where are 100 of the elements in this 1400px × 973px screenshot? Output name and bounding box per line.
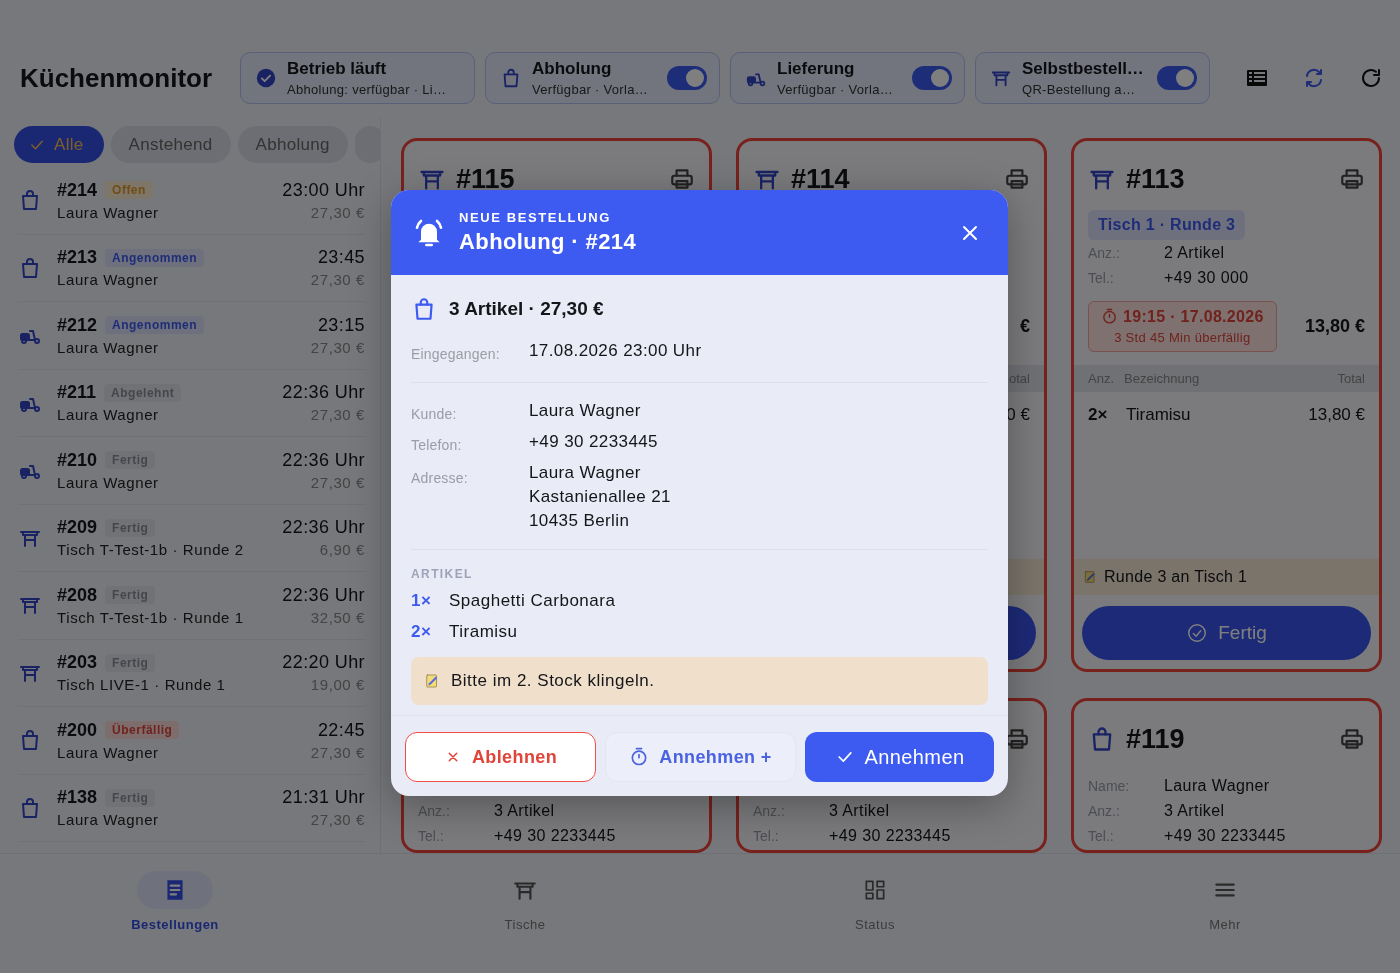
field-label: Adresse: bbox=[411, 469, 469, 488]
order-time: 22:36 Uhr bbox=[282, 584, 365, 606]
field-value: 3 Artikel bbox=[829, 801, 890, 820]
order-number: #209 bbox=[57, 517, 98, 539]
field-value: +49 30 000 bbox=[1164, 268, 1249, 287]
order-number: #138 bbox=[57, 787, 98, 809]
status-badge: Offen bbox=[105, 181, 153, 200]
customer-name: Laura Wagner bbox=[57, 203, 160, 221]
order-number: #119 bbox=[1126, 723, 1186, 755]
done-button[interactable]: Fertig bbox=[1082, 606, 1371, 660]
order-time: 22:20 Uhr bbox=[282, 652, 365, 674]
dialog-eyebrow: NEUE BESTELLUNG bbox=[459, 210, 612, 225]
status-badge: Überfällig bbox=[105, 721, 180, 740]
field-value: 3 Artikel bbox=[1164, 801, 1225, 820]
order-number: #115 bbox=[456, 163, 516, 195]
customer-name: Tisch T-Test-1b · Runde 2 bbox=[57, 541, 245, 559]
check-circle-icon bbox=[255, 67, 277, 89]
item-total: 13,80 € bbox=[1308, 405, 1365, 425]
status-badge: Angenommen bbox=[105, 316, 205, 335]
order-number: #200 bbox=[57, 719, 98, 741]
field-value: Laura Wagner bbox=[529, 462, 642, 484]
field-value: +49 30 2233445 bbox=[1164, 826, 1286, 845]
status-chip[interactable]: Betrieb läuft Abholung: verfügbar · Li… bbox=[240, 52, 475, 104]
field-value: 3 Artikel bbox=[494, 801, 555, 820]
chip-title: Abholung bbox=[532, 59, 613, 79]
order-time: 22:45 bbox=[317, 719, 365, 741]
field-label: Kunde: bbox=[411, 405, 458, 424]
printer-icon bbox=[1339, 726, 1365, 752]
due-time: 19:15 · 17.08.2026 bbox=[1101, 307, 1264, 326]
accept-button[interactable]: Annehmen bbox=[805, 732, 994, 782]
printer-icon bbox=[1339, 166, 1365, 192]
order-note: Bitte im 2. Stock klingeln. bbox=[411, 657, 988, 705]
order-number: #208 bbox=[57, 584, 98, 606]
order-time: 22:36 Uhr bbox=[282, 449, 365, 471]
customer-name: Laura Wagner bbox=[57, 271, 160, 289]
chip-subtitle: QR-Bestellung a… bbox=[1022, 82, 1137, 97]
chip-subtitle: Abholung: verfügbar · Li… bbox=[287, 82, 448, 97]
field-value: +49 30 2233445 bbox=[529, 431, 658, 453]
chip-title: Selbstbestell… bbox=[1022, 59, 1145, 79]
order-time: 23:15 bbox=[317, 314, 365, 336]
field-value: Laura Wagner bbox=[1164, 776, 1270, 795]
nav-tab[interactable]: Tische bbox=[350, 854, 700, 973]
chip-subtitle: Verfügbar · Vorla… bbox=[532, 82, 649, 97]
printer-icon bbox=[669, 166, 695, 192]
field-value: 2 Artikel bbox=[1164, 243, 1225, 262]
customer-name: Laura Wagner bbox=[57, 338, 160, 356]
toggle-switch[interactable] bbox=[1157, 66, 1197, 90]
item-name: Tiramisu bbox=[1126, 405, 1191, 425]
order-summary: 3 Artikel · 27,30 € bbox=[449, 298, 604, 320]
field-value: Laura Wagner bbox=[529, 400, 641, 422]
toggle-switch[interactable] bbox=[912, 66, 952, 90]
customer-name: Laura Wagner bbox=[57, 811, 160, 829]
printer-icon bbox=[1004, 166, 1030, 192]
note-bar: Runde 3 an Tisch 1 bbox=[1074, 559, 1379, 595]
order-number: #211 bbox=[57, 382, 97, 404]
section-label: ARTIKEL bbox=[411, 567, 473, 581]
refresh-icon bbox=[1359, 66, 1383, 90]
customer-name: Laura Wagner bbox=[57, 406, 160, 424]
order-number: #213 bbox=[57, 247, 98, 269]
customer-name: Laura Wagner bbox=[57, 473, 160, 491]
timer-icon bbox=[1101, 308, 1118, 325]
order-time: 23:00 Uhr bbox=[282, 179, 365, 201]
field-label: Eingegangen: bbox=[411, 345, 501, 364]
field-value: Kastanienallee 21 bbox=[529, 486, 671, 508]
reject-button[interactable]: Ablehnen bbox=[405, 732, 596, 782]
order-time: 23:45 bbox=[317, 247, 365, 269]
nav-tab[interactable]: Mehr bbox=[1050, 854, 1400, 973]
status-chip[interactable]: Lieferung Verfügbar · Vorla… bbox=[730, 52, 965, 104]
order-time: 21:31 Uhr bbox=[282, 787, 365, 809]
customer-name: Tisch T-Test-1b · Runde 1 bbox=[57, 608, 245, 626]
card-total: 13,80 € bbox=[1304, 315, 1365, 337]
field-value: 10435 Berlin bbox=[529, 510, 631, 532]
card-total: € bbox=[1020, 315, 1030, 337]
item-quantity: 2× bbox=[1088, 405, 1109, 425]
order-number: #203 bbox=[57, 652, 98, 674]
nav-tab[interactable]: Status bbox=[700, 854, 1050, 973]
chip-title: Lieferung bbox=[777, 59, 856, 79]
field-value: +49 30 2233445 bbox=[494, 826, 616, 845]
status-chip[interactable]: Selbstbestell… QR-Bestellung a… bbox=[975, 52, 1210, 104]
order-number: #114 bbox=[791, 163, 851, 195]
chip-title: Betrieb läuft bbox=[287, 59, 388, 79]
check-circle-icon bbox=[1186, 622, 1209, 644]
status-chip[interactable]: Abholung Verfügbar · Vorla… bbox=[485, 52, 720, 104]
accept-later-button[interactable]: Annehmen + bbox=[605, 732, 796, 782]
filter-chip[interactable]: Anstehend bbox=[110, 126, 231, 163]
item-quantity: 2× bbox=[411, 621, 433, 642]
filter-chip[interactable]: Alle bbox=[14, 126, 104, 163]
customer-name: Laura Wagner bbox=[57, 743, 160, 761]
field-label: Telefon: bbox=[411, 436, 463, 455]
app-title: Küchenmonitor bbox=[20, 62, 214, 94]
order-number: #214 bbox=[57, 179, 98, 201]
toggle-switch[interactable] bbox=[667, 66, 707, 90]
dashboard-icon bbox=[862, 877, 888, 903]
order-time: 22:36 Uhr bbox=[282, 517, 365, 539]
item-name: Tiramisu bbox=[449, 621, 518, 642]
order-time: 22:36 Uhr bbox=[282, 382, 365, 404]
filter-chip[interactable]: Abholung bbox=[237, 126, 348, 163]
status-badge: Angenommen bbox=[105, 248, 205, 267]
nav-tab[interactable]: Bestellungen bbox=[0, 854, 350, 973]
order-number: #113 bbox=[1126, 163, 1186, 195]
